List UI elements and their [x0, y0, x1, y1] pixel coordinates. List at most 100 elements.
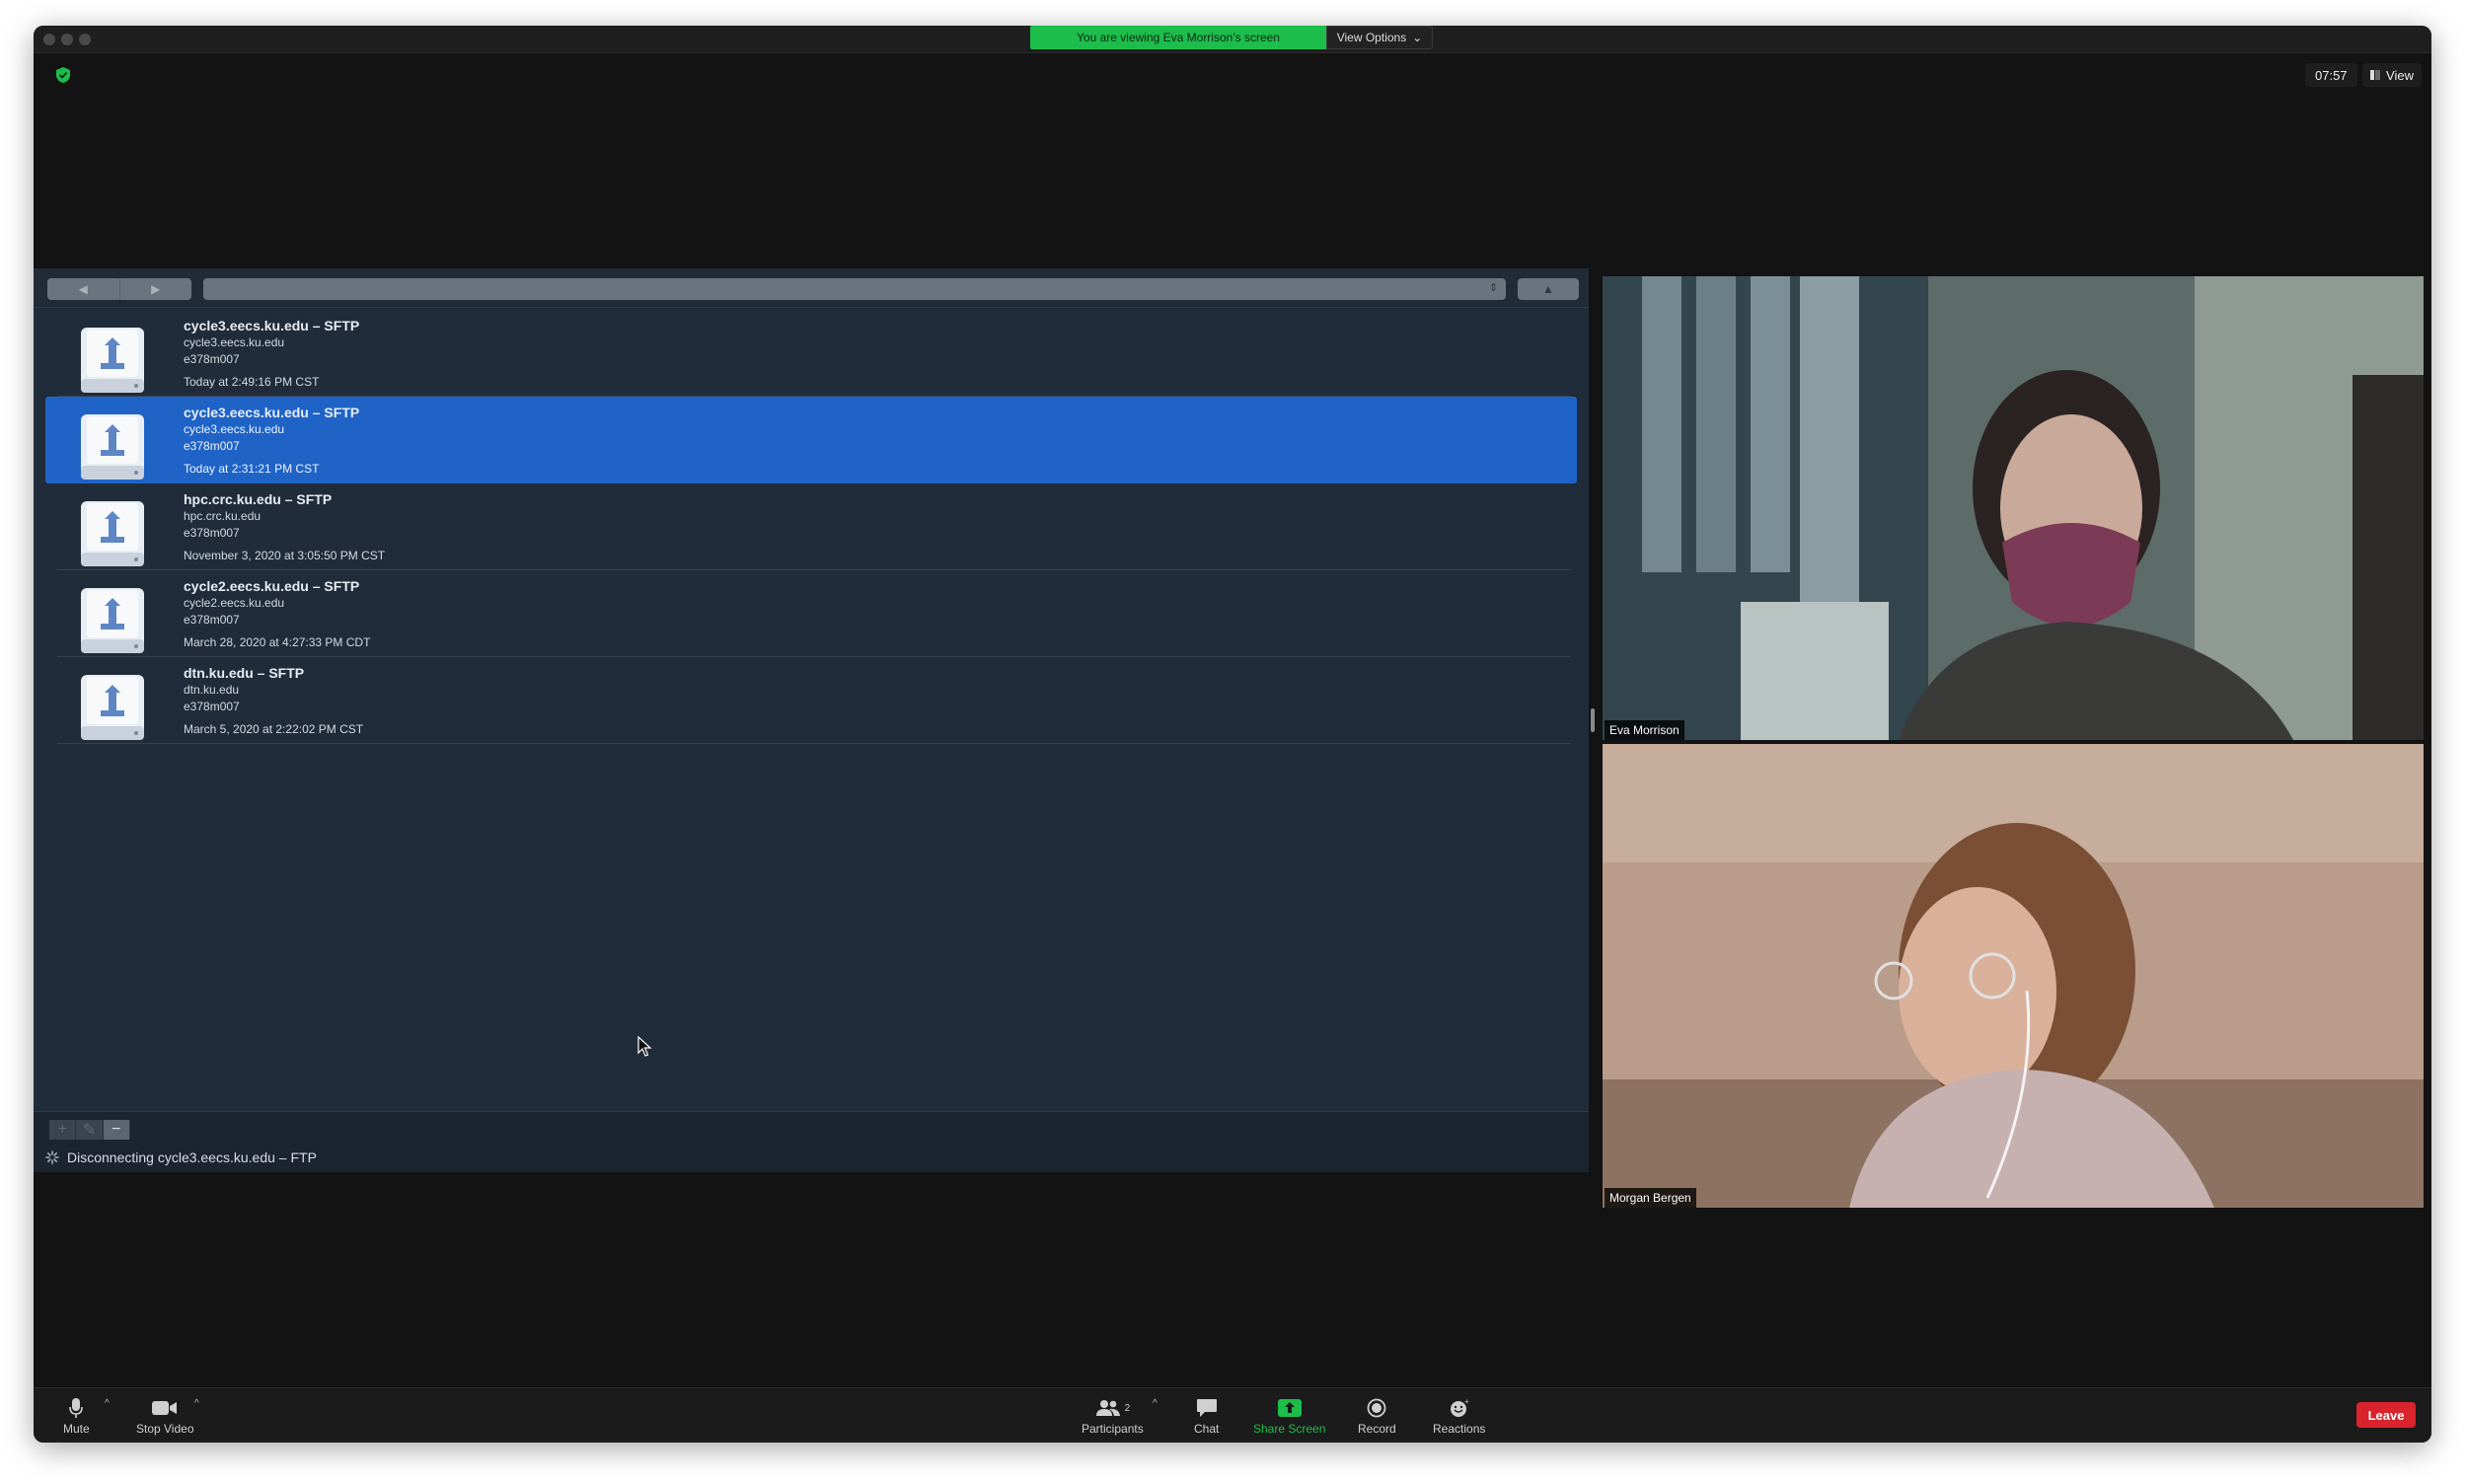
status-text: Disconnecting cycle3.eecs.ku.edu – FTP — [67, 1150, 317, 1165]
updown-chevron-icon: ⇕ — [1488, 282, 1498, 294]
connection-user: e378m007 — [184, 352, 240, 366]
edit-connection-button[interactable]: ✎ — [76, 1120, 104, 1140]
chat-button[interactable]: Chat — [1194, 1394, 1219, 1436]
forward-button[interactable]: ▶ — [118, 278, 192, 300]
leave-button[interactable]: Leave — [2356, 1402, 2416, 1428]
participant-name-label: Morgan Bergen — [1605, 1188, 1696, 1208]
connection-user: e378m007 — [184, 439, 240, 453]
zoom-meeting-window: You are viewing Eva Morrison's screen Vi… — [34, 26, 2431, 1443]
connection-row[interactable]: cycle2.eecs.ku.edu – SFTP cycle2.eecs.ku… — [45, 570, 1577, 657]
participant-name-label: Eva Morrison — [1605, 720, 1684, 740]
reactions-label: Reactions — [1433, 1422, 1486, 1436]
participants-icon — [1095, 1400, 1120, 1416]
eject-button[interactable]: ▲ — [1518, 278, 1579, 300]
connection-info: dtn.ku.edu – SFTP dtn.ku.edu e378m007 Ma… — [184, 665, 363, 738]
view-options-button[interactable]: View Options ⌄ — [1326, 26, 1433, 49]
connection-row[interactable]: cycle3.eecs.ku.edu – SFTP cycle3.eecs.ku… — [45, 397, 1577, 483]
add-connection-button[interactable]: + — [49, 1120, 77, 1140]
meeting-timer: 07:57 — [2305, 63, 2357, 87]
video-options-caret-icon[interactable]: ^ — [194, 1398, 199, 1409]
viewing-screen-label: You are viewing Eva Morrison's screen — [1030, 26, 1326, 49]
path-selector[interactable]: ⇕ — [203, 278, 1506, 300]
splitter-handle[interactable] — [1591, 708, 1595, 732]
reactions-button[interactable]: + Reactions — [1433, 1394, 1485, 1436]
connection-info: cycle3.eecs.ku.edu – SFTP cycle3.eecs.ku… — [184, 405, 359, 478]
connection-date: Today at 2:49:16 PM CST — [184, 375, 320, 389]
eject-icon: ▲ — [1542, 282, 1554, 296]
video-feed-image — [1603, 276, 2424, 740]
connection-host: hpc.crc.ku.edu — [184, 509, 261, 523]
close-window-button[interactable] — [43, 34, 55, 45]
back-arrow-icon: ◀ — [78, 282, 88, 296]
microphone-icon — [69, 1398, 84, 1418]
connection-list: cycle3.eecs.ku.edu – SFTP cycle3.eecs.ku… — [34, 310, 1589, 744]
connection-row[interactable]: cycle3.eecs.ku.edu – SFTP cycle3.eecs.ku… — [45, 310, 1577, 397]
footer-buttons: + ✎ − — [49, 1120, 130, 1140]
connection-title: hpc.crc.ku.edu – SFTP — [184, 491, 333, 507]
view-button[interactable]: View — [2362, 63, 2422, 87]
svg-text:+: + — [1464, 1398, 1469, 1406]
connection-title: cycle2.eecs.ku.edu – SFTP — [184, 578, 360, 594]
remove-connection-button[interactable]: − — [103, 1120, 130, 1140]
video-feed-image — [1603, 744, 2424, 1208]
grid-view-icon — [2370, 70, 2381, 80]
network-drive-icon — [81, 675, 144, 740]
network-drive-icon — [81, 588, 144, 653]
connection-title: cycle3.eecs.ku.edu – SFTP — [184, 318, 360, 334]
connection-host: cycle3.eecs.ku.edu — [184, 422, 285, 436]
connection-user: e378m007 — [184, 613, 240, 627]
encryption-shield-icon[interactable] — [53, 65, 73, 85]
reactions-smiley-icon: + — [1450, 1398, 1469, 1417]
sftp-footer: + ✎ − Disconnecting cycle3.eecs.ku.edu –… — [34, 1111, 1589, 1172]
participants-label: Participants — [1082, 1422, 1144, 1436]
connection-row[interactable]: hpc.crc.ku.edu – SFTP hpc.crc.ku.edu e37… — [45, 483, 1577, 570]
network-drive-icon — [81, 414, 144, 480]
connection-user: e378m007 — [184, 700, 240, 713]
meeting-controls: Mute ^ Stop Video ^ 2 Participants ^ Cha… — [34, 1387, 2431, 1443]
connection-info: cycle3.eecs.ku.edu – SFTP cycle3.eecs.ku… — [184, 318, 359, 391]
share-screen-button[interactable]: Share Screen — [1253, 1394, 1325, 1436]
network-drive-icon — [81, 501, 144, 566]
participants-caret-icon[interactable]: ^ — [1153, 1398, 1158, 1409]
view-label: View — [2386, 67, 2414, 83]
back-button[interactable]: ◀ — [47, 278, 119, 300]
nav-button-group: ◀ ▶ — [47, 278, 191, 300]
mute-button[interactable]: Mute — [63, 1394, 90, 1436]
forward-arrow-icon: ▶ — [151, 282, 161, 296]
video-camera-icon — [152, 1401, 178, 1415]
connection-date: November 3, 2020 at 3:05:50 PM CST — [184, 549, 386, 562]
chat-label: Chat — [1194, 1422, 1220, 1436]
stop-video-button[interactable]: Stop Video — [136, 1394, 194, 1436]
audio-options-caret-icon[interactable]: ^ — [105, 1398, 110, 1409]
share-screen-label: Share Screen — [1253, 1422, 1326, 1436]
connection-host: cycle3.eecs.ku.edu — [184, 335, 285, 349]
row-divider — [57, 743, 1571, 744]
video-tile-morgan[interactable]: Morgan Bergen — [1603, 744, 2424, 1208]
connection-host: cycle2.eecs.ku.edu — [184, 596, 285, 610]
participants-count: 2 — [1124, 1402, 1131, 1414]
chevron-down-icon: ⌄ — [1412, 31, 1423, 44]
connection-user: e378m007 — [184, 526, 240, 540]
shared-screen: ◀ ▶ ⇕ ▲ cycle3.eecs.ku.edu – SFTP cycle3… — [34, 268, 1589, 1172]
mouse-pointer-icon — [637, 1036, 652, 1057]
connection-host: dtn.ku.edu — [184, 683, 240, 697]
record-label: Record — [1358, 1422, 1396, 1436]
record-button[interactable]: Record — [1358, 1394, 1396, 1436]
chat-bubble-icon — [1196, 1399, 1217, 1417]
connection-date: March 5, 2020 at 2:22:02 PM CST — [184, 722, 364, 736]
connection-row[interactable]: dtn.ku.edu – SFTP dtn.ku.edu e378m007 Ma… — [45, 657, 1577, 744]
record-icon — [1367, 1398, 1386, 1418]
view-options-label: View Options — [1336, 31, 1407, 44]
sftp-toolbar: ◀ ▶ ⇕ ▲ — [34, 268, 1589, 308]
participants-button[interactable]: 2 Participants — [1082, 1394, 1144, 1436]
spinner-icon — [45, 1150, 59, 1164]
zoom-window-button[interactable] — [79, 34, 91, 45]
connection-date: March 28, 2020 at 4:27:33 PM CDT — [184, 635, 371, 649]
minimize-window-button[interactable] — [61, 34, 73, 45]
network-drive-icon — [81, 328, 144, 393]
video-tile-eva[interactable]: Eva Morrison — [1603, 276, 2424, 740]
share-screen-icon — [1277, 1399, 1302, 1417]
mute-label: Mute — [63, 1422, 90, 1436]
connection-info: cycle2.eecs.ku.edu – SFTP cycle2.eecs.ku… — [184, 578, 370, 651]
connection-title: cycle3.eecs.ku.edu – SFTP — [184, 405, 360, 420]
